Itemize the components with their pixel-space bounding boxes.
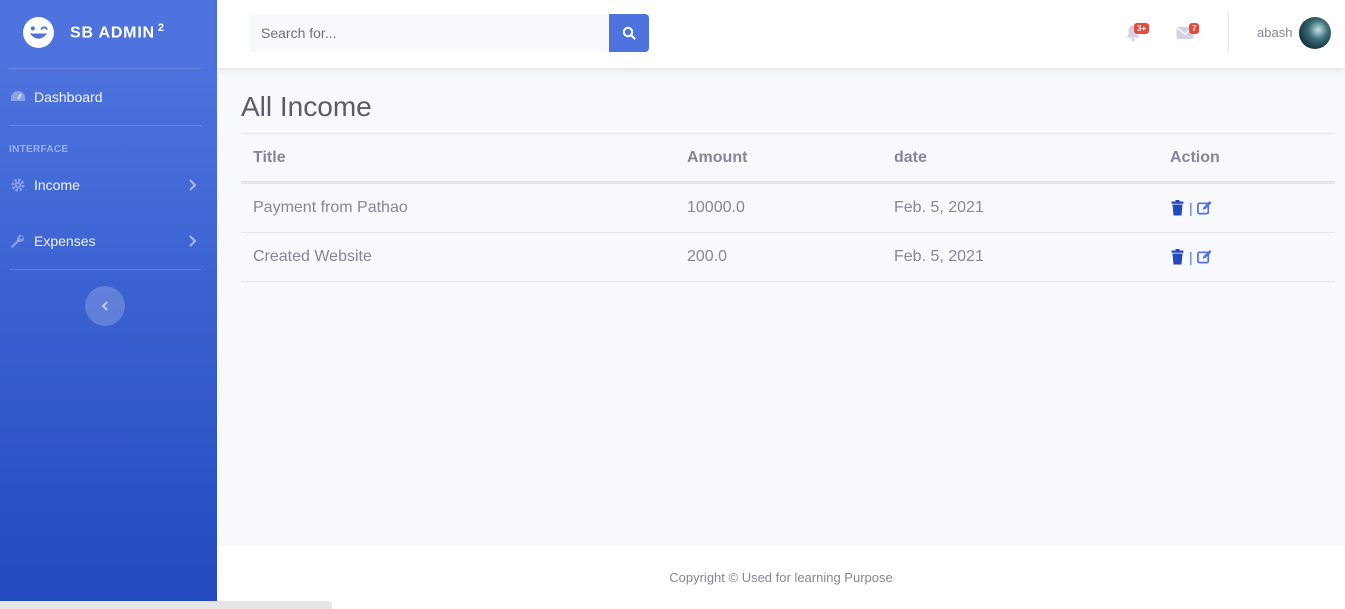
- row-amount: 200.0: [687, 248, 728, 265]
- tachometer-icon: [10, 89, 26, 105]
- browser-status-bar: [0, 601, 332, 609]
- trash-icon[interactable]: [1170, 249, 1185, 265]
- trash-icon[interactable]: [1170, 200, 1185, 216]
- messages-dropdown[interactable]: 7: [1176, 23, 1200, 42]
- sidebar: SB ADMIN 2 Dashboard INTERFACE Income Exp…: [0, 0, 217, 609]
- search-button[interactable]: [609, 14, 649, 52]
- brand-link[interactable]: SB ADMIN 2: [0, 0, 217, 65]
- alerts-dropdown[interactable]: 3+: [1125, 23, 1150, 42]
- avatar[interactable]: [1299, 17, 1331, 49]
- chevron-right-icon: [189, 235, 197, 247]
- sidebar-item-label: Dashboard: [34, 89, 103, 105]
- column-header-title: Title: [253, 148, 286, 166]
- column-header-action: Action: [1170, 148, 1220, 166]
- messages-count-badge: 7: [1189, 23, 1200, 34]
- chevron-left-icon: [101, 301, 108, 311]
- row-amount: 10000.0: [687, 199, 745, 216]
- sidebar-toggle-button[interactable]: [85, 286, 125, 326]
- search-form: [249, 14, 649, 52]
- search-icon: [622, 26, 636, 40]
- chevron-right-icon: [189, 179, 197, 191]
- row-title: Payment from Pathao: [253, 199, 408, 216]
- edit-icon[interactable]: [1196, 249, 1212, 265]
- search-input[interactable]: [249, 14, 609, 52]
- wrench-icon: [10, 233, 26, 249]
- sidebar-item-label: Expenses: [34, 233, 96, 249]
- row-actions: |: [1170, 233, 1212, 281]
- page-title: All Income: [241, 91, 372, 122]
- sidebar-heading: INTERFACE: [9, 144, 69, 155]
- income-table: Title Amount date Action Payment from Pa…: [241, 133, 1335, 282]
- user-name[interactable]: abash: [1257, 25, 1292, 40]
- sidebar-item-income[interactable]: Income: [0, 171, 217, 199]
- row-title: Created Website: [253, 248, 372, 265]
- column-header-amount: Amount: [687, 148, 748, 166]
- row-actions: |: [1170, 184, 1212, 232]
- brand-name: SB ADMIN 2: [70, 22, 165, 42]
- table-row: Created Website 200.0 Feb. 5, 2021 |: [241, 232, 1335, 281]
- sidebar-divider: [9, 125, 201, 126]
- topbar: 3+ 7 abash: [217, 0, 1345, 68]
- sidebar-item-label: Income: [34, 177, 80, 193]
- edit-icon[interactable]: [1196, 200, 1212, 216]
- action-separator: |: [1189, 200, 1193, 216]
- copyright-text: Copyright © Used for learning Purpose: [669, 570, 893, 585]
- laugh-wink-icon: [23, 17, 54, 48]
- sidebar-divider: [9, 68, 201, 69]
- table-row: Payment from Pathao 10000.0 Feb. 5, 2021…: [241, 183, 1335, 232]
- action-separator: |: [1189, 249, 1193, 265]
- row-date: Feb. 5, 2021: [894, 248, 984, 265]
- sidebar-item-dashboard[interactable]: Dashboard: [0, 83, 217, 111]
- topbar-divider: [1228, 12, 1229, 52]
- row-date: Feb. 5, 2021: [894, 199, 984, 216]
- cog-icon: [10, 177, 26, 193]
- alerts-count-badge: 3+: [1134, 23, 1150, 34]
- footer: Copyright © Used for learning Purpose: [217, 546, 1345, 609]
- sidebar-divider: [9, 269, 201, 270]
- column-header-date: date: [894, 148, 927, 166]
- sidebar-item-expenses[interactable]: Expenses: [0, 227, 217, 255]
- table-header-row: Title Amount date Action: [241, 133, 1335, 183]
- table-bottom-border: [241, 281, 1335, 282]
